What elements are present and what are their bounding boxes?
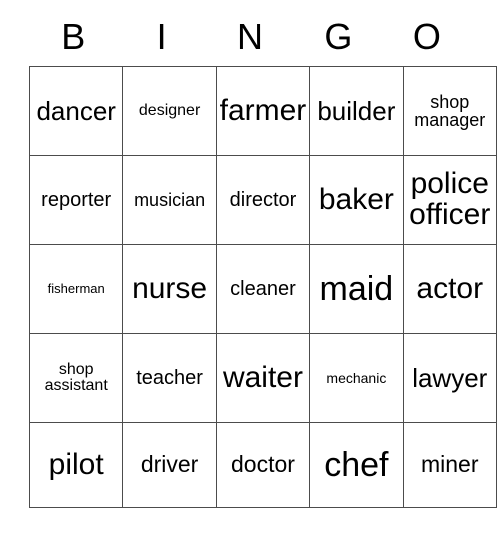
bingo-cell[interactable]: shop assistant xyxy=(28,333,124,423)
bingo-cell-label: miner xyxy=(421,451,479,478)
bingo-row: shop assistant teacher waiter mechanic l… xyxy=(28,333,497,423)
bingo-cell-label: driver xyxy=(140,451,199,478)
bingo-cell-label: designer xyxy=(138,101,201,119)
bingo-cell[interactable]: reporter xyxy=(28,155,124,245)
header-letter-i: I xyxy=(156,16,167,57)
bingo-cell[interactable]: actor xyxy=(402,244,497,334)
header-letter-o: O xyxy=(412,16,441,57)
bingo-cell-label: teacher xyxy=(136,366,203,389)
bingo-cell-label: actor xyxy=(416,271,484,305)
bingo-cell-label: dancer xyxy=(36,95,116,126)
bingo-cell-label: doctor xyxy=(231,451,295,478)
bingo-cell-label: police officer xyxy=(409,167,491,231)
bingo-row: dancer designer farmer builder shop mana… xyxy=(28,66,497,156)
bingo-card: B I N G O dancer designer farmer builder… xyxy=(28,8,497,508)
bingo-row: fisherman nurse cleaner maid actor xyxy=(28,244,497,334)
bingo-cell[interactable]: musician xyxy=(122,155,217,245)
bingo-row: reporter musician director baker police … xyxy=(28,155,497,245)
bingo-cell[interactable]: cleaner xyxy=(215,244,311,334)
bingo-cell-label: cleaner xyxy=(230,277,296,300)
bingo-cell[interactable]: fisherman xyxy=(28,244,124,334)
bingo-cell-label: reporter xyxy=(41,188,112,211)
bingo-cell[interactable]: waiter xyxy=(215,333,311,423)
bingo-cell-label: farmer xyxy=(219,93,307,127)
header-letter-g: G xyxy=(324,16,353,57)
bingo-cell[interactable]: farmer xyxy=(215,66,311,156)
bingo-cell[interactable]: mechanic xyxy=(309,333,404,423)
bingo-cell[interactable]: builder xyxy=(309,66,404,156)
bingo-cell-label: lawyer xyxy=(412,362,488,393)
bingo-cell[interactable]: dancer xyxy=(28,66,124,156)
bingo-cell-label: pilot xyxy=(48,447,104,481)
bingo-cell[interactable]: doctor xyxy=(215,422,311,508)
bingo-cell[interactable]: shop manager xyxy=(402,66,497,156)
bingo-header: B I N G O xyxy=(29,8,471,66)
bingo-cell[interactable]: police officer xyxy=(402,155,497,245)
header-letter-n: N xyxy=(237,16,264,57)
bingo-cell[interactable]: lawyer xyxy=(402,333,497,423)
bingo-cell-label: fisherman xyxy=(47,281,105,297)
bingo-cell[interactable]: pilot xyxy=(28,422,124,508)
bingo-grid: dancer designer farmer builder shop mana… xyxy=(28,66,497,508)
bingo-cell[interactable]: miner xyxy=(402,422,497,508)
bingo-cell-label: chef xyxy=(324,445,389,484)
bingo-cell-label: shop assistant xyxy=(44,360,108,394)
bingo-cell[interactable]: driver xyxy=(122,422,217,508)
bingo-cell-label: shop manager xyxy=(414,91,486,130)
bingo-cell-label: nurse xyxy=(132,271,208,305)
bingo-row: pilot driver doctor chef miner xyxy=(28,422,497,508)
bingo-cell-label: baker xyxy=(318,182,394,216)
bingo-cell-label: waiter xyxy=(222,360,303,394)
bingo-cell-label: director xyxy=(229,188,297,211)
bingo-cell-label: maid xyxy=(319,269,394,308)
bingo-cell[interactable]: chef xyxy=(309,422,404,508)
bingo-cell[interactable]: baker xyxy=(309,155,404,245)
bingo-cell-label: builder xyxy=(317,95,396,126)
bingo-cell-label: mechanic xyxy=(326,369,387,386)
bingo-cell[interactable]: director xyxy=(215,155,311,245)
bingo-cell[interactable]: teacher xyxy=(122,333,217,423)
header-letter-b: B xyxy=(61,16,86,57)
bingo-cell[interactable]: designer xyxy=(122,66,217,156)
bingo-cell[interactable]: maid xyxy=(309,244,404,334)
bingo-cell[interactable]: nurse xyxy=(122,244,217,334)
bingo-cell-label: musician xyxy=(134,189,206,210)
